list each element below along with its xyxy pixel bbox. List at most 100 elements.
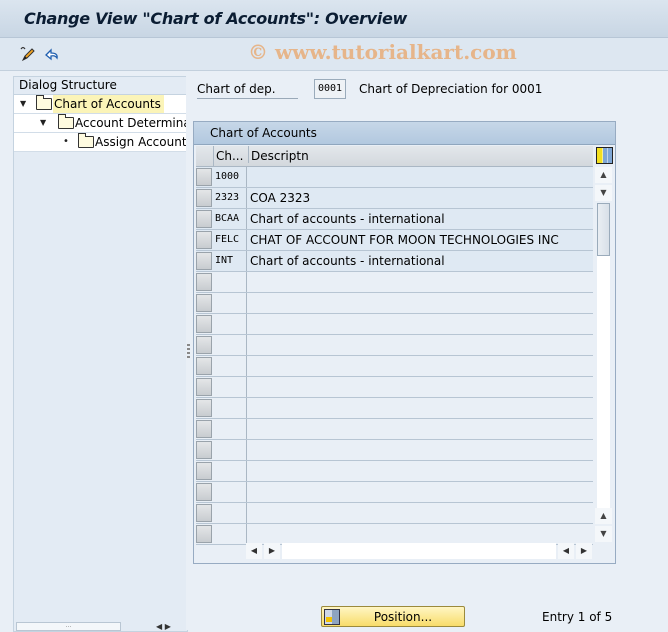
chart-of-dep-description: Chart of Depreciation for 0001: [359, 82, 543, 96]
table-row[interactable]: [196, 482, 593, 503]
cell-description[interactable]: CHAT OF ACCOUNT FOR MOON TECHNOLOGIES IN…: [248, 230, 590, 250]
tree-item-assign-accounts[interactable]: • Assign Accounts: [14, 133, 187, 152]
chart-of-dep-value[interactable]: 0001: [314, 79, 346, 99]
row-selector[interactable]: [196, 420, 212, 438]
position-button[interactable]: Position...: [321, 606, 465, 627]
cell-description[interactable]: [248, 398, 590, 418]
cell-code[interactable]: [214, 377, 247, 397]
pane-splitter[interactable]: [186, 76, 192, 630]
expand-arrow-icon[interactable]: ▼: [20, 95, 26, 113]
row-selector[interactable]: [196, 525, 212, 543]
cell-code[interactable]: [214, 461, 247, 481]
cell-code[interactable]: [214, 398, 247, 418]
cell-description[interactable]: [248, 419, 590, 439]
display-change-icon[interactable]: [19, 45, 37, 63]
table-hscroll[interactable]: ◀ ▶ ◀ ▶: [246, 543, 592, 559]
table-row[interactable]: [196, 293, 593, 314]
table-vscroll[interactable]: ▲ ▼ ▲ ▼: [595, 167, 612, 545]
cell-description[interactable]: COA 2323: [248, 188, 590, 208]
cell-description[interactable]: [248, 356, 590, 376]
table-row[interactable]: [196, 314, 593, 335]
table-row[interactable]: 2323 COA 2323: [196, 188, 593, 209]
row-selector[interactable]: [196, 231, 212, 249]
cell-description[interactable]: Chart of accounts - international: [248, 209, 590, 229]
cell-code[interactable]: [214, 335, 247, 355]
cell-code[interactable]: 1000: [214, 167, 247, 187]
undo-icon[interactable]: [43, 45, 61, 63]
cell-code[interactable]: [214, 524, 247, 544]
table-row[interactable]: 1000: [196, 167, 593, 188]
cell-code[interactable]: [214, 356, 247, 376]
table-row[interactable]: [196, 398, 593, 419]
cell-description[interactable]: [248, 272, 590, 292]
row-selector[interactable]: [196, 294, 212, 312]
scroll-left-icon[interactable]: ◀: [246, 543, 262, 559]
table-row[interactable]: FELC CHAT OF ACCOUNT FOR MOON TECHNOLOGIE…: [196, 230, 593, 251]
scroll-right-end-icon[interactable]: ▶: [576, 543, 592, 559]
table-row[interactable]: [196, 524, 593, 545]
row-selector[interactable]: [196, 336, 212, 354]
row-selector[interactable]: [196, 168, 212, 186]
cell-description[interactable]: [248, 461, 590, 481]
cell-description[interactable]: [248, 503, 590, 523]
cell-description[interactable]: [248, 335, 590, 355]
cell-description[interactable]: [248, 167, 590, 187]
row-selector[interactable]: [196, 399, 212, 417]
table-row[interactable]: [196, 503, 593, 524]
cell-code[interactable]: BCAA: [214, 209, 247, 229]
cell-code[interactable]: [214, 293, 247, 313]
table-row[interactable]: [196, 335, 593, 356]
cell-description[interactable]: [248, 482, 590, 502]
cell-code[interactable]: FELC: [214, 230, 247, 250]
row-selector[interactable]: [196, 504, 212, 522]
tree-item-account-determination[interactable]: ▼ Account Determinati: [14, 114, 187, 133]
cell-code[interactable]: [214, 503, 247, 523]
row-selector[interactable]: [196, 210, 212, 228]
cell-code[interactable]: INT: [214, 251, 247, 271]
cell-code[interactable]: [214, 482, 247, 502]
row-selector[interactable]: [196, 189, 212, 207]
cell-code[interactable]: 2323: [214, 188, 247, 208]
table-row[interactable]: INT Chart of accounts - international: [196, 251, 593, 272]
row-selector[interactable]: [196, 357, 212, 375]
scroll-down-icon[interactable]: ▼: [595, 185, 612, 201]
table-row[interactable]: [196, 377, 593, 398]
row-selector[interactable]: [196, 441, 212, 459]
scroll-page-down-icon[interactable]: ▼: [595, 526, 612, 542]
cell-description[interactable]: [248, 377, 590, 397]
cell-description[interactable]: Chart of accounts - international: [248, 251, 590, 271]
column-header-code[interactable]: Ch...: [214, 149, 249, 163]
expand-arrow-icon[interactable]: ▼: [40, 114, 46, 132]
row-selector[interactable]: [196, 315, 212, 333]
column-settings-icon[interactable]: [596, 147, 613, 164]
splitter-grip-icon[interactable]: [187, 344, 190, 360]
table-row[interactable]: [196, 272, 593, 293]
cell-description[interactable]: [248, 314, 590, 334]
scroll-up-icon[interactable]: ▲: [595, 167, 612, 183]
cell-code[interactable]: [214, 314, 247, 334]
cell-description[interactable]: [248, 440, 590, 460]
cell-code[interactable]: [214, 419, 247, 439]
scroll-right-icon[interactable]: ▶: [264, 543, 280, 559]
cell-description[interactable]: [248, 524, 590, 544]
table-row[interactable]: BCAA Chart of accounts - international: [196, 209, 593, 230]
table-row[interactable]: [196, 356, 593, 377]
cell-description[interactable]: [248, 293, 590, 313]
vscroll-thumb[interactable]: [597, 203, 610, 256]
row-selector[interactable]: [196, 252, 212, 270]
table-row[interactable]: [196, 419, 593, 440]
row-selector[interactable]: [196, 462, 212, 480]
scroll-left-end-icon[interactable]: ◀: [558, 543, 574, 559]
column-header-description[interactable]: Descriptn: [248, 146, 309, 163]
row-selector[interactable]: [196, 378, 212, 396]
cell-code[interactable]: [214, 272, 247, 292]
scroll-page-up-icon[interactable]: ▲: [595, 508, 612, 524]
row-selector[interactable]: [196, 273, 212, 291]
table-row[interactable]: [196, 461, 593, 482]
row-selector[interactable]: [196, 483, 212, 501]
tree-item-chart-of-accounts[interactable]: ▼ Chart of Accounts: [14, 95, 187, 114]
hscroll-track[interactable]: [282, 543, 556, 559]
cell-code[interactable]: [214, 440, 247, 460]
table-row[interactable]: [196, 440, 593, 461]
select-all-header[interactable]: [196, 146, 214, 166]
